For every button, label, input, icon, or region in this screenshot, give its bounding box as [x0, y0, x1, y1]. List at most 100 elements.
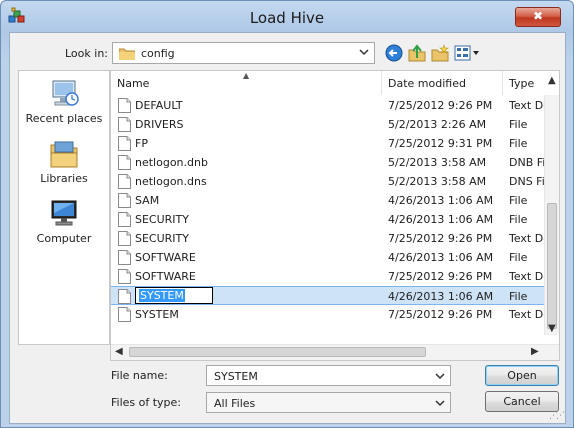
file-date-cell: 5/2/2013 3:58 AM [388, 175, 487, 188]
libraries-icon [50, 141, 78, 168]
file-name-cell: SYSTEM [135, 308, 179, 321]
file-row[interactable]: netlogon.dns 5/2/2013 3:58 AM DNS Fi [111, 172, 545, 191]
view-menu-icon[interactable] [454, 44, 480, 62]
file-row[interactable]: DEFAULT 7/25/2012 9:26 PM Text Do [111, 96, 545, 115]
look-in-combo[interactable]: config [112, 42, 375, 64]
file-row[interactable]: FP 7/25/2012 9:31 PM File [111, 134, 545, 153]
vertical-scroll-thumb[interactable] [547, 203, 557, 329]
place-label: Recent places [25, 112, 103, 125]
file-row[interactable]: DRIVERS 5/2/2013 2:26 AM File [111, 115, 545, 134]
file-icon [118, 307, 131, 322]
file-type-cell: Text Do [509, 270, 545, 283]
file-date-cell: 7/25/2012 9:26 PM [388, 308, 493, 321]
folder-icon [119, 48, 135, 60]
file-type-cell: File [509, 290, 528, 303]
file-type-cell: DNB Fi [509, 156, 545, 169]
dialog-body: Look in: config Recent places Libraries … [9, 32, 566, 424]
horizontal-scrollbar[interactable]: ◀ ▶ [111, 344, 559, 360]
file-icon [118, 212, 131, 227]
file-name-combo[interactable]: SYSTEM [206, 365, 451, 386]
file-type-cell: File [509, 118, 528, 131]
chevron-down-icon[interactable] [358, 46, 370, 58]
file-row[interactable]: SYSTEM 7/25/2012 9:26 PM Text Do [111, 305, 545, 324]
file-icon [118, 136, 131, 151]
file-icon [118, 193, 131, 208]
file-icon [118, 98, 131, 113]
file-row[interactable]: SYSTEM 4/26/2013 1:06 AM File [111, 286, 545, 305]
window-title: Load Hive [249, 9, 325, 27]
column-header-date[interactable]: Date modified [382, 71, 503, 95]
column-header-type[interactable]: Type [503, 71, 545, 95]
file-date-cell: 7/25/2012 9:26 PM [388, 99, 493, 112]
resize-grip[interactable]: ⋰⋰ [549, 411, 565, 421]
files-of-type-value: All Files [214, 397, 256, 410]
back-icon[interactable] [385, 44, 403, 62]
file-name-cell: DEFAULT [135, 99, 183, 112]
rename-input[interactable]: SYSTEM [135, 287, 213, 304]
chevron-down-icon[interactable] [434, 370, 446, 382]
file-row[interactable]: netlogon.dnb 5/2/2013 3:58 AM DNB Fi [111, 153, 545, 172]
cancel-button[interactable]: Cancel [485, 391, 559, 412]
file-name-cell: SECURITY [135, 213, 189, 226]
title-bar[interactable]: Load Hive ✖ [1, 1, 573, 31]
file-type-cell: DNS Fi [509, 175, 545, 188]
column-header-name[interactable]: Name ▲ [111, 71, 382, 95]
file-name-cell: DRIVERS [135, 118, 184, 131]
place-libraries[interactable]: Libraries [19, 139, 109, 185]
load-hive-dialog: Load Hive ✖ Look in: config Recent place… [0, 0, 574, 428]
file-name-cell: netlogon.dnb [135, 156, 208, 169]
close-button[interactable]: ✖ [515, 7, 561, 27]
open-button[interactable]: Open [485, 365, 559, 386]
recent-places-icon [52, 80, 79, 106]
file-date-cell: 4/26/2013 1:06 AM [388, 251, 494, 264]
file-icon [118, 155, 131, 170]
file-type-cell: File [509, 213, 528, 226]
place-recent-places[interactable]: Recent places [19, 79, 109, 125]
file-icon [118, 250, 131, 265]
file-icon [118, 174, 131, 189]
file-date-cell: 7/25/2012 9:31 PM [388, 137, 493, 150]
scroll-up-icon[interactable]: ▲ [548, 75, 556, 86]
file-name-cell: SAM [135, 194, 160, 207]
place-computer[interactable]: Computer [19, 199, 109, 245]
look-in-value: config [141, 47, 175, 60]
file-date-cell: 4/26/2013 1:06 AM [388, 194, 494, 207]
new-folder-icon[interactable] [431, 44, 449, 62]
chevron-down-icon[interactable] [434, 397, 446, 409]
look-in-label: Look in: [65, 47, 108, 60]
file-date-cell: 5/2/2013 3:58 AM [388, 156, 487, 169]
file-type-cell: Text Do [509, 308, 545, 321]
column-header-label: Name [117, 77, 150, 90]
file-list[interactable]: Name ▲ Date modified Type DEFAULT 7/25/20… [110, 70, 560, 361]
file-row[interactable]: SECURITY 4/26/2013 1:06 AM File [111, 210, 545, 229]
file-type-cell: Text Do [509, 232, 545, 245]
scroll-right-icon[interactable]: ▶ [531, 346, 539, 357]
file-date-cell: 5/2/2013 2:26 AM [388, 118, 487, 131]
file-name-cell: SYSTEM [139, 289, 185, 302]
file-date-cell: 7/25/2012 9:26 PM [388, 270, 493, 283]
file-row[interactable]: SOFTWARE 4/26/2013 1:06 AM File [111, 248, 545, 267]
file-name-cell: netlogon.dns [135, 175, 207, 188]
places-bar: Recent places Libraries Computer [18, 70, 110, 345]
computer-icon [51, 200, 77, 226]
scroll-down-icon[interactable]: ▼ [548, 323, 556, 334]
file-name-cell: FP [135, 137, 148, 150]
file-name-value[interactable]: SYSTEM [214, 370, 258, 383]
file-name-cell: SECURITY [135, 232, 189, 245]
file-icon [118, 289, 131, 304]
file-row[interactable]: SOFTWARE 7/25/2012 9:26 PM Text Do [111, 267, 545, 286]
file-type-cell: File [509, 194, 528, 207]
vertical-scrollbar[interactable]: ▲ ▼ [544, 75, 559, 335]
place-label: Computer [36, 232, 92, 245]
scroll-left-icon[interactable]: ◀ [115, 346, 123, 357]
up-folder-icon[interactable] [408, 44, 426, 62]
file-type-cell: Text Do [509, 99, 545, 112]
file-row[interactable]: SAM 4/26/2013 1:06 AM File [111, 191, 545, 210]
files-of-type-combo[interactable]: All Files [206, 392, 451, 413]
file-icon [118, 117, 131, 132]
file-name-label: File name: [111, 369, 168, 382]
horizontal-scroll-thumb[interactable] [129, 347, 426, 357]
file-icon [118, 269, 131, 284]
file-name-cell: SOFTWARE [135, 251, 196, 264]
file-row[interactable]: SECURITY 7/25/2012 9:26 PM Text Do [111, 229, 545, 248]
